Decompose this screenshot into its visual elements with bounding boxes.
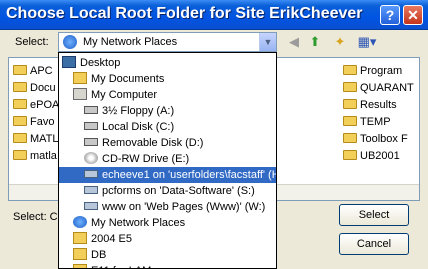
file-list-item[interactable]: MATL [13,132,59,146]
file-list-item[interactable]: QUARANT [343,81,414,95]
dropdown-item-label: echeeve1 on 'userfolders\facstaff' (H:) [102,169,276,181]
back-arrow-icon[interactable]: ◀ [285,34,303,50]
dropdown-item-label: Removable Disk (D:) [102,137,204,149]
file-list-item-label: ePOA [30,99,60,111]
dropdown-item[interactable]: My Documents [59,71,276,87]
dropdown-item-label: www on 'Web Pages (Www)' (W:) [102,201,266,213]
dropdown-item[interactable]: My Network Places [59,215,276,231]
combo-value: My Network Places [83,36,178,48]
file-list-item[interactable]: Results [343,98,397,112]
new-folder-icon[interactable]: ✦ [331,34,349,50]
dropdown-item[interactable]: echeeve1 on 'userfolders\facstaff' (H:) [59,167,276,183]
folder-icon [343,99,357,109]
folder-icon [343,82,357,92]
file-list-item-label: matla [30,150,57,162]
file-list-item-label: UB2001 [360,150,400,162]
dropdown-item[interactable]: 3½ Floppy (A:) [59,103,276,119]
file-list-item[interactable]: UB2001 [343,149,400,163]
removable-disk-icon [84,138,98,146]
dropdown-item-label: My Documents [91,73,165,85]
dropdown-item[interactable]: pcforms on 'Data-Software' (S:) [59,183,276,199]
file-list-item-label: APC [30,65,53,77]
selection-label: Select: C [13,211,58,223]
file-list-item-label: MATL [30,133,59,145]
select-label: Select: [15,36,49,48]
folder-icon [13,116,27,126]
views-menu-icon[interactable]: ▦▾ [354,34,380,50]
file-list-item-label: Favo [30,116,55,128]
folder-icon [13,82,27,92]
dropdown-item[interactable]: CD-RW Drive (E:) [59,151,276,167]
file-list-item-label: Results [360,99,397,111]
dropdown-item-label: 2004 E5 [91,233,132,245]
folder-icon [343,116,357,126]
dropdown-item[interactable]: My Computer [59,87,276,103]
chevron-down-icon[interactable]: ▼ [259,33,276,51]
dropdown-item-label: My Network Places [91,217,186,229]
dropdown-item[interactable]: Removable Disk (D:) [59,135,276,151]
dropdown-item-label: DB [91,249,107,261]
network-drive-icon [84,170,98,178]
dropdown-item[interactable]: DB [59,247,276,263]
title-bar: Choose Local Root Folder for Site ErikCh… [0,0,428,30]
folder-icon [73,248,87,260]
look-in-dropdown-list[interactable]: Desktop My Documents My Computer 3½ Floppy … [58,52,277,269]
file-list-item[interactable]: TEMP [343,115,391,129]
dropdown-item[interactable]: www on 'Web Pages (Www)' (W:) [59,199,276,215]
network-drive-icon [84,202,98,210]
dropdown-item[interactable]: E11 for LAM [59,263,276,268]
file-list-item-label: QUARANT [360,82,414,94]
folder-icon [13,133,27,143]
folder-icon [343,133,357,143]
close-button[interactable]: ✕ [403,5,423,25]
look-in-combo[interactable]: My Network Places ▼ [58,32,277,52]
dropdown-item-label: My Computer [91,89,158,101]
file-list-item[interactable]: Program [343,64,402,78]
folder-icon [343,150,357,160]
file-list-item-label: TEMP [360,116,391,128]
folder-icon [13,99,27,109]
file-list-item-label: Program [360,65,403,77]
dropdown-item-label: E11 for LAM [91,265,151,268]
select-button[interactable]: Select [339,204,409,226]
file-list-item[interactable]: matla [13,149,57,163]
dropdown-item[interactable]: Desktop [59,55,276,71]
computer-icon [73,88,87,100]
network-drive-icon [84,186,98,194]
dropdown-item-label: Local Disk (C:) [102,121,175,133]
folder-icon [73,264,87,268]
dropdown-item-label: CD-RW Drive (E:) [102,153,190,165]
network-places-icon [63,35,77,49]
up-folder-icon[interactable]: ⬆ [306,34,324,50]
dropdown-item-label: 3½ Floppy (A:) [102,105,175,117]
file-list-item-label: Toolbox F [360,133,408,145]
documents-icon [73,72,87,84]
cancel-button[interactable]: Cancel [339,233,409,255]
file-list-item-label: Docu [30,82,56,94]
dropdown-item-label: Desktop [80,57,121,69]
file-list-item[interactable]: Docu [13,81,56,95]
dropdown-item-label: pcforms on 'Data-Software' (S:) [102,185,255,197]
floppy-icon [84,106,98,114]
folder-icon [343,65,357,75]
help-button[interactable]: ? [380,5,400,25]
desktop-icon [62,56,76,68]
dropdown-item[interactable]: 2004 E5 [59,231,276,247]
disk-icon [84,122,98,130]
folder-icon [13,65,27,75]
network-places-icon [73,216,87,228]
cd-drive-icon [84,152,98,164]
dropdown-item[interactable]: Local Disk (C:) [59,119,276,135]
file-list-item[interactable]: Toolbox F [343,132,408,146]
file-list-item[interactable]: APC [13,64,53,78]
file-list-item[interactable]: ePOA [13,98,59,112]
folder-icon [13,150,27,160]
window-title: Choose Local Root Folder for Site ErikCh… [6,5,363,22]
file-list-item[interactable]: Favo [13,115,54,129]
folder-icon [73,232,87,244]
